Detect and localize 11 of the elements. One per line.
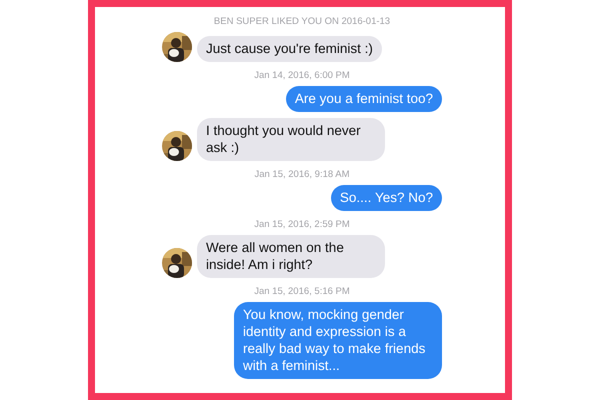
sent-message: Are you a feminist too? (286, 86, 442, 112)
match-notice: BEN SUPER LIKED YOU ON 2016-01-13 (214, 16, 390, 27)
timestamp: Jan 15, 2016, 2:59 PM (254, 219, 350, 230)
received-message: Just cause you're feminist :) (197, 36, 382, 62)
received-message: Were all women on the inside! Am i right? (197, 235, 385, 278)
sent-message: You know, mocking gender identity and expression is a really bad way to make friends with a feminist... (234, 302, 442, 379)
timestamp: Jan 15, 2016, 9:18 AM (254, 169, 350, 180)
sent-message: So.... Yes? No? (330, 185, 442, 211)
received-message: I thought you would never ask :) (197, 118, 385, 161)
timestamp: Jan 15, 2016, 5:16 PM (254, 286, 350, 297)
timestamp: Jan 14, 2016, 6:00 PM (254, 70, 350, 81)
